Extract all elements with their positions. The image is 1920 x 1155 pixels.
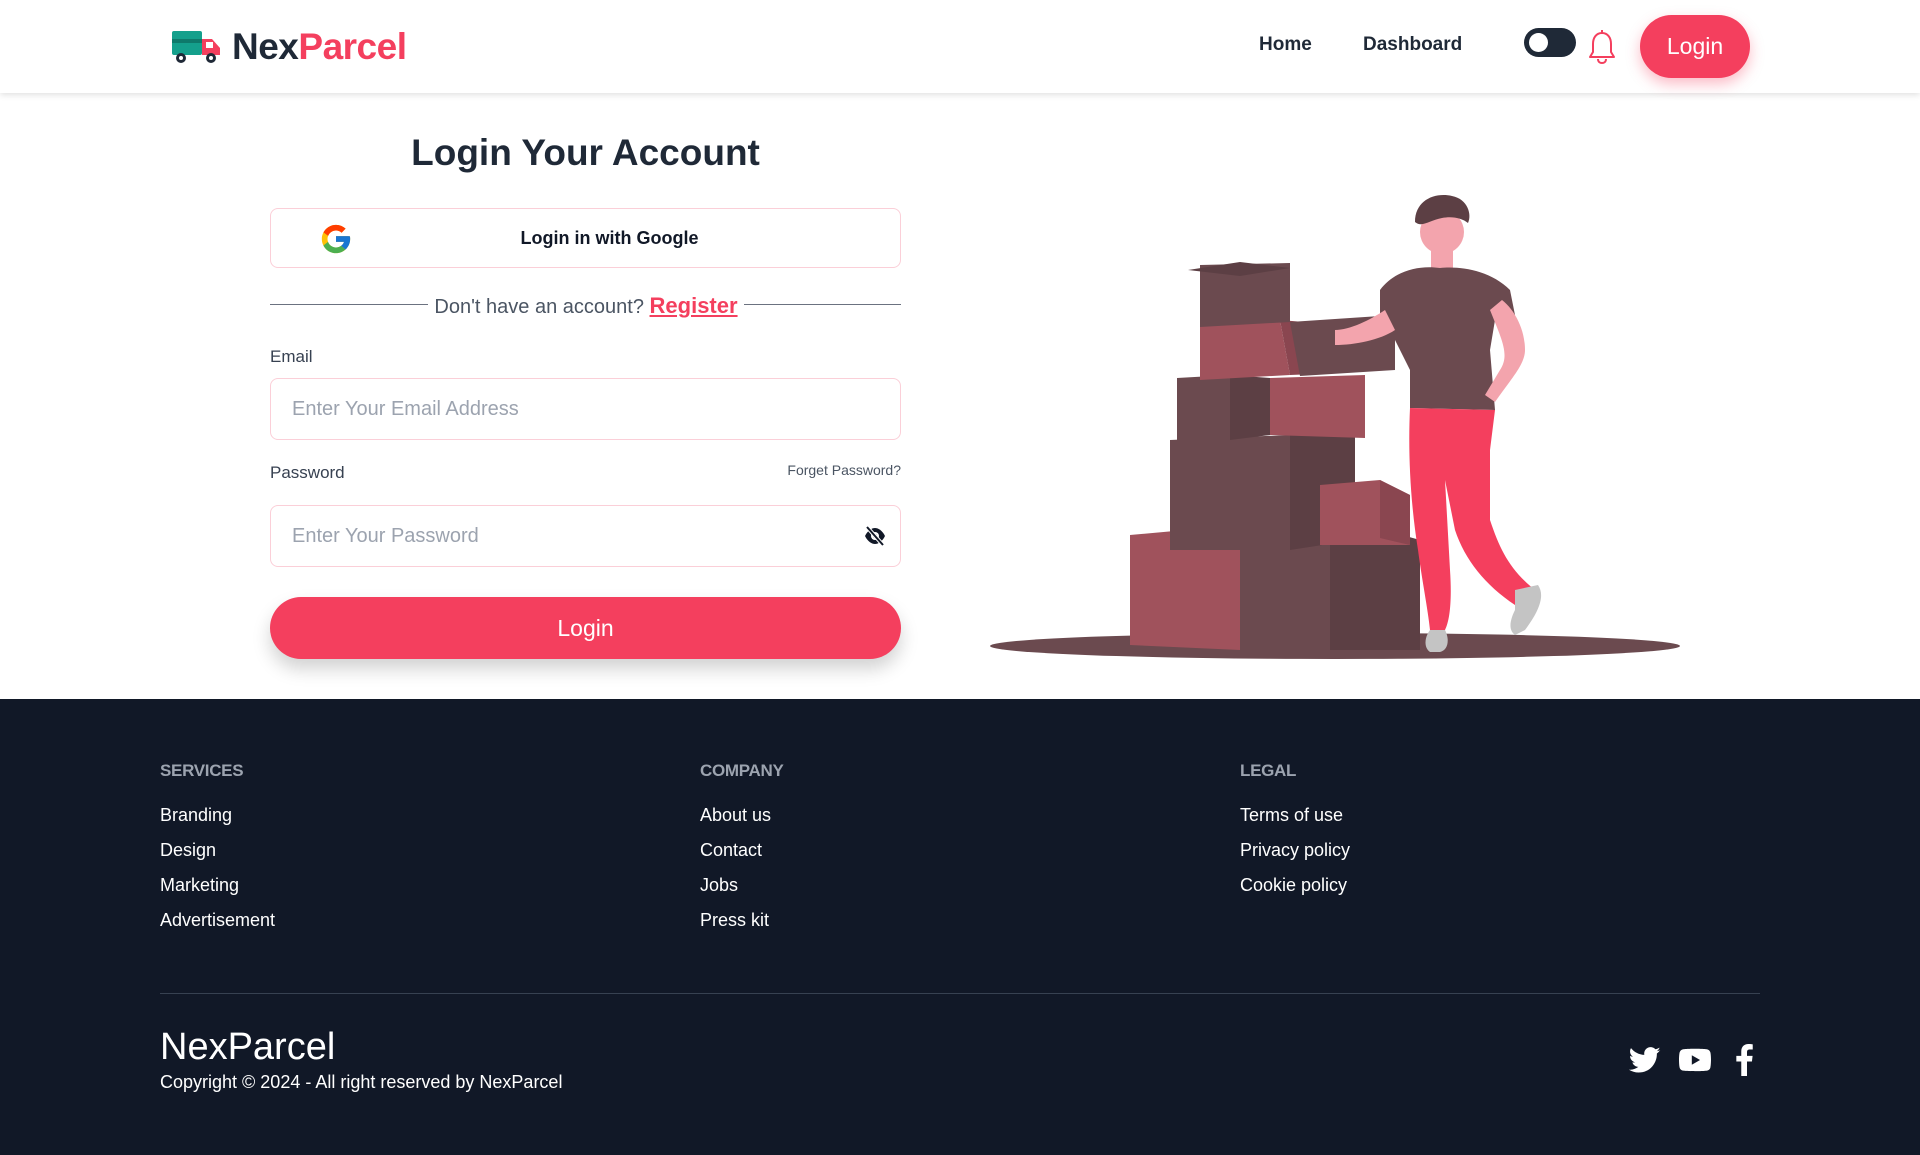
- footer-heading-services: SERVICES: [160, 761, 244, 780]
- divider-line: [270, 304, 428, 305]
- google-login-button[interactable]: Login in with Google: [270, 208, 901, 268]
- footer-link-contact[interactable]: Contact: [700, 840, 784, 875]
- footer-link-cookie[interactable]: Cookie policy: [1240, 875, 1350, 910]
- footer-heading-company: COMPANY: [700, 761, 784, 780]
- footer-company-column: COMPANY About us Contact Jobs Press kit: [700, 761, 784, 945]
- email-label: Email: [270, 347, 313, 366]
- nav-dashboard[interactable]: Dashboard: [1363, 34, 1462, 56]
- footer-link-branding[interactable]: Branding: [160, 805, 275, 840]
- footer-link-terms[interactable]: Terms of use: [1240, 805, 1350, 840]
- delivery-illustration: [990, 195, 1680, 659]
- footer-link-design[interactable]: Design: [160, 840, 275, 875]
- brand-name-part2: Parcel: [298, 26, 407, 67]
- footer-link-privacy[interactable]: Privacy policy: [1240, 840, 1350, 875]
- footer-link-marketing[interactable]: Marketing: [160, 875, 275, 910]
- brand-name: NexParcel: [232, 26, 407, 68]
- copyright-text: Copyright © 2024 - All right reserved by…: [160, 1072, 563, 1092]
- footer-link-press-kit[interactable]: Press kit: [700, 910, 784, 945]
- theme-toggle[interactable]: [1524, 28, 1576, 57]
- password-input[interactable]: [270, 505, 901, 567]
- brand-name-part1: Nex: [232, 26, 299, 67]
- footer-services-column: SERVICES Branding Design Marketing Adver…: [160, 761, 275, 945]
- google-login-label: Login in with Google: [520, 228, 699, 248]
- password-label: Password: [270, 463, 345, 482]
- footer-legal-column: LEGAL Terms of use Privacy policy Cookie…: [1240, 761, 1350, 910]
- no-account-text: Don't have an account? Register: [428, 293, 744, 319]
- footer-link-jobs[interactable]: Jobs: [700, 875, 784, 910]
- theme-toggle-knob: [1529, 33, 1548, 52]
- footer: SERVICES Branding Design Marketing Adver…: [0, 699, 1920, 1155]
- email-input[interactable]: [270, 378, 901, 440]
- nav-home[interactable]: Home: [1259, 34, 1312, 56]
- footer-divider: [160, 993, 1760, 994]
- page-title: Login Your Account: [411, 132, 760, 173]
- register-link[interactable]: Register: [650, 293, 738, 318]
- youtube-icon[interactable]: [1679, 1044, 1711, 1076]
- footer-link-advertisement[interactable]: Advertisement: [160, 910, 275, 945]
- footer-link-about[interactable]: About us: [700, 805, 784, 840]
- footer-heading-legal: LEGAL: [1240, 761, 1297, 780]
- top-navbar: NexParcel Home Dashboard Login: [0, 0, 1920, 93]
- login-submit-button[interactable]: Login: [270, 597, 901, 659]
- footer-brand-name: NexParcel: [160, 1026, 336, 1068]
- divider-line: [744, 304, 901, 305]
- twitter-icon[interactable]: [1629, 1044, 1661, 1076]
- truck-icon: [172, 31, 220, 63]
- brand-logo[interactable]: NexParcel: [172, 26, 407, 68]
- forgot-password-link[interactable]: Forget Password?: [700, 462, 901, 478]
- eye-slash-icon[interactable]: [864, 526, 886, 546]
- header-login-button[interactable]: Login: [1640, 15, 1750, 78]
- bell-icon[interactable]: [1587, 29, 1617, 65]
- facebook-icon[interactable]: [1729, 1044, 1761, 1076]
- no-account-label: Don't have an account?: [434, 296, 644, 318]
